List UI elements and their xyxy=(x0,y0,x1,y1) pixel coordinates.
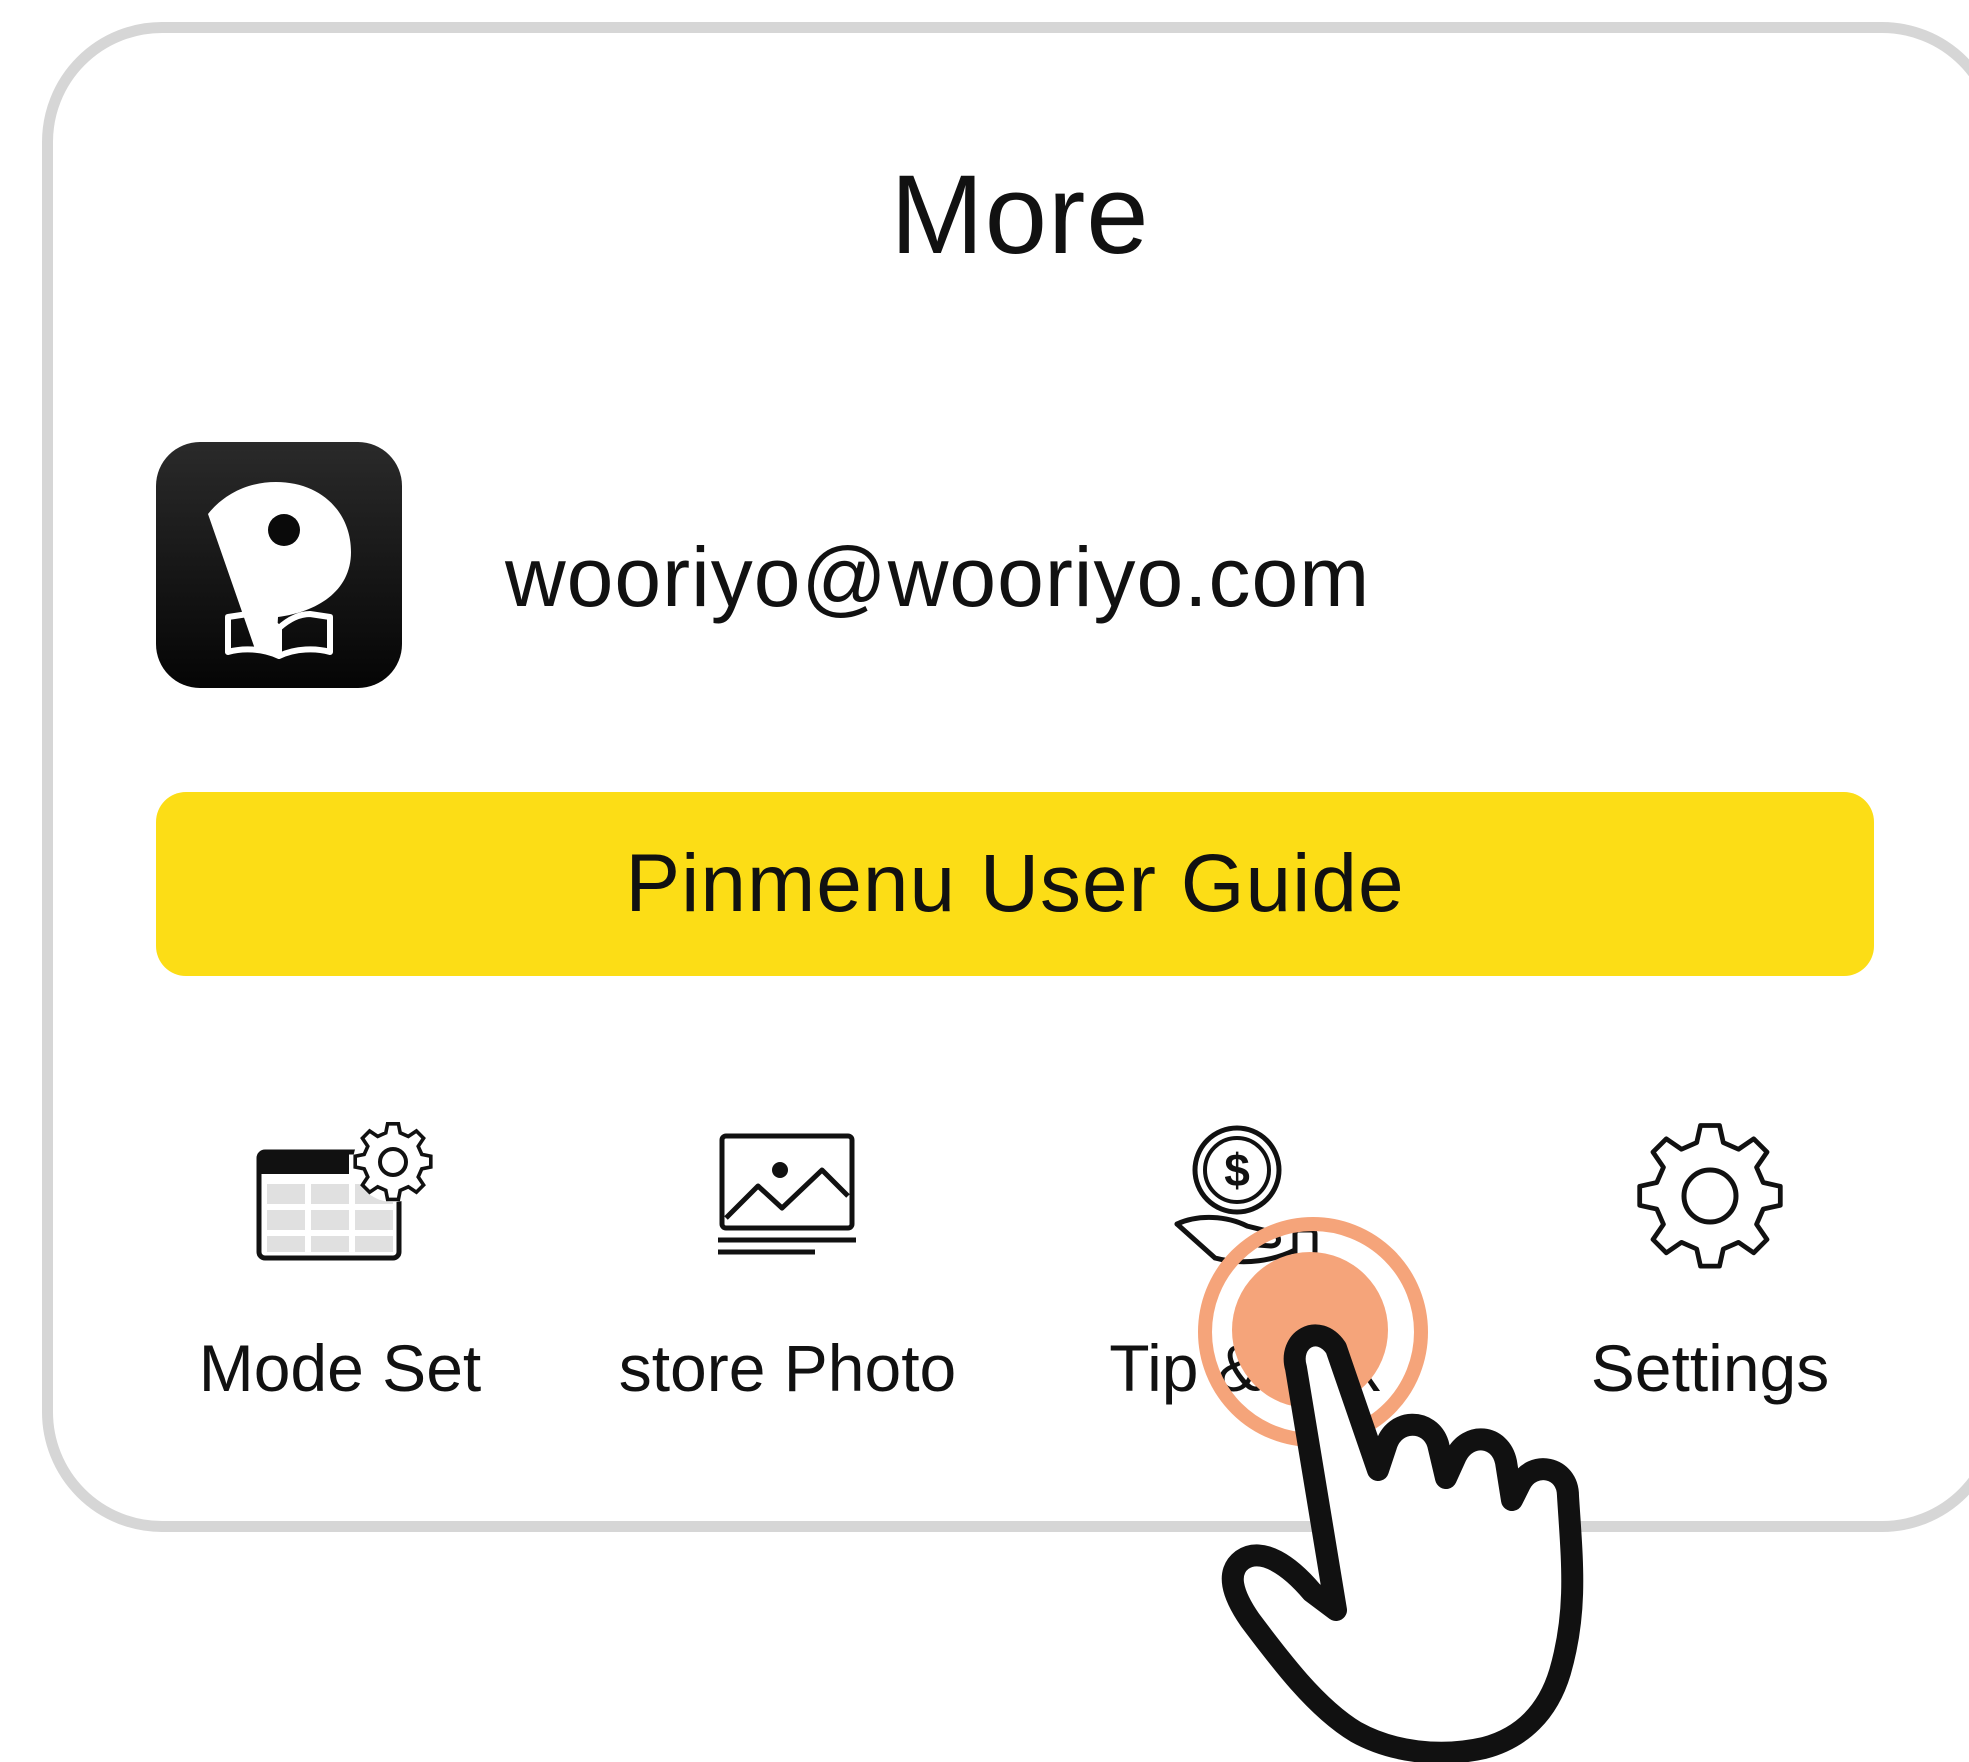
svg-text:$: $ xyxy=(1224,1144,1250,1196)
menu-item-mode-set[interactable]: Mode Set xyxy=(175,1100,505,1430)
photo-icon xyxy=(718,1133,856,1255)
menu-item-label: Settings xyxy=(1590,1331,1830,1405)
user-guide-label: Pinmenu User Guide xyxy=(625,838,1405,929)
pin-book-logo-icon xyxy=(208,482,351,659)
gear-icon xyxy=(1637,1123,1783,1269)
menu-item-settings[interactable]: Settings xyxy=(1560,1100,1860,1430)
menu-item-tip-tax[interactable]: $ Tip & Tax xyxy=(1095,1100,1395,1430)
mode-set-icon xyxy=(256,1121,433,1261)
tip-money-icon: $ xyxy=(1174,1125,1318,1267)
menu-item-label: Tip & Tax xyxy=(1109,1331,1381,1405)
page-title: More xyxy=(890,152,1150,277)
menu-item-store-photo[interactable]: store Photo xyxy=(600,1100,975,1430)
menu-item-label: store Photo xyxy=(618,1331,957,1405)
user-guide-button[interactable]: Pinmenu User Guide xyxy=(156,792,1874,976)
menu-item-label: Mode Set xyxy=(198,1331,482,1405)
account-email: wooriyo@wooriyo.com xyxy=(505,530,1371,624)
account-avatar xyxy=(156,442,402,688)
